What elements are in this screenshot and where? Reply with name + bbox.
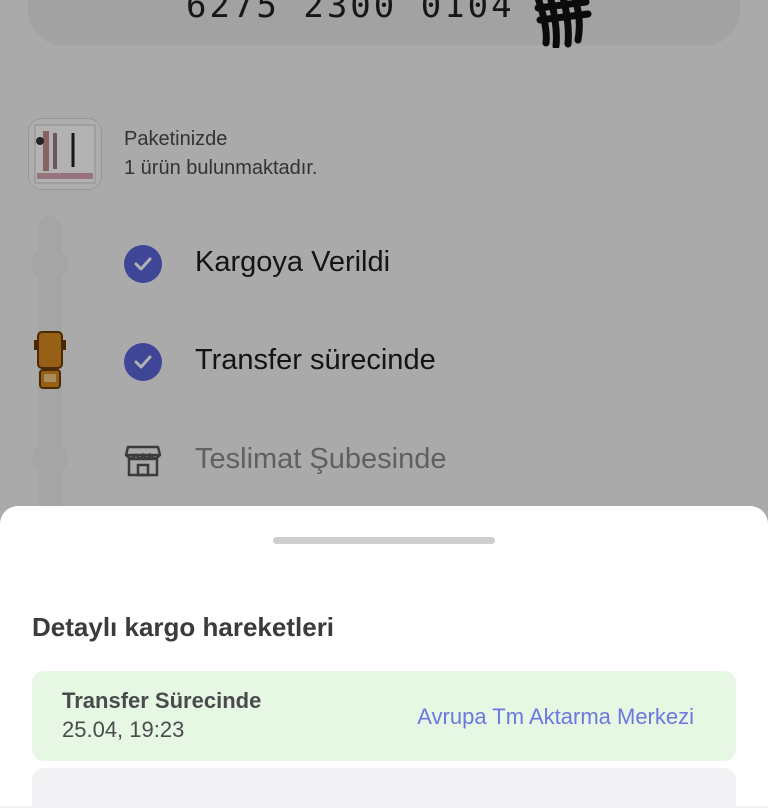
sheet-title: Detaylı kargo hareketleri [32, 612, 335, 642]
movement-item: Transfer Sürecinde 25.04, 19:23 Avrupa T… [32, 671, 736, 761]
movement-location-link[interactable]: Avrupa Tm Aktarma Merkezi [417, 704, 694, 730]
movement-item [32, 768, 736, 808]
movement-status: Transfer Sürecinde [62, 688, 262, 713]
sheet-drag-handle[interactable] [273, 537, 495, 544]
movement-date: 25.04, 19:23 [62, 717, 185, 742]
cargo-movements-sheet: Detaylı kargo hareketleri Transfer Sürec… [0, 506, 768, 808]
